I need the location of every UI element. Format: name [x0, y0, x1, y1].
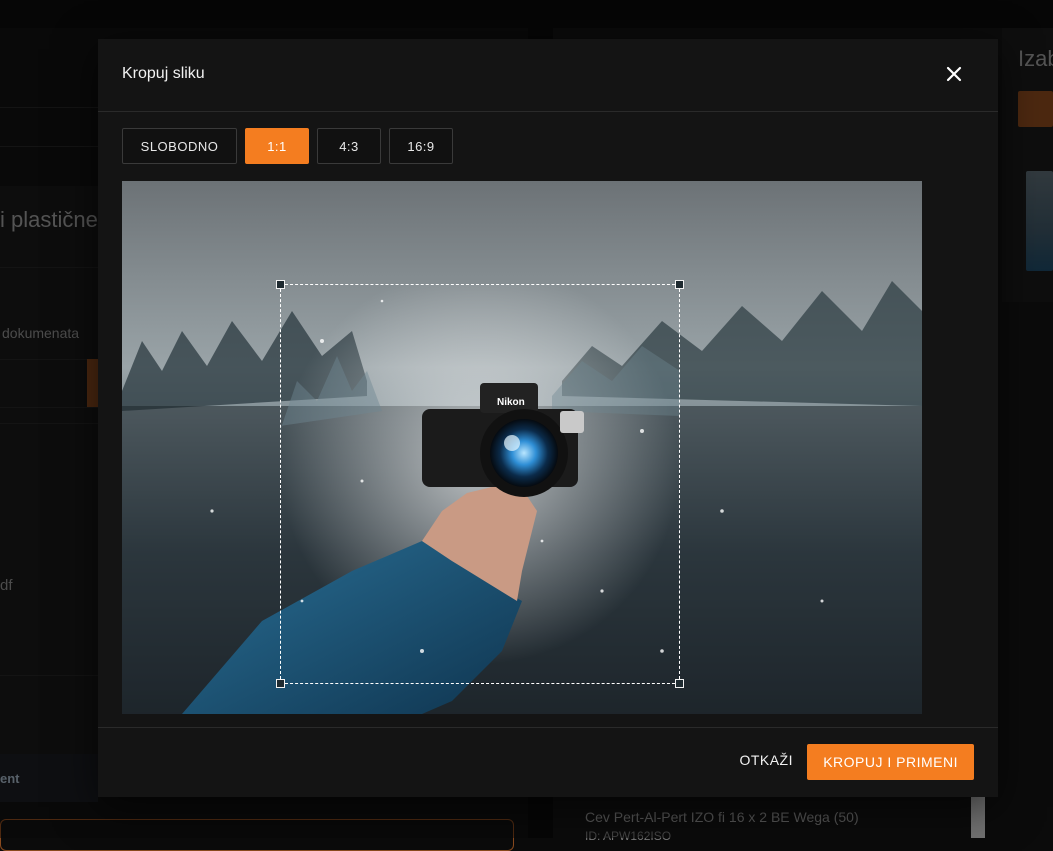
- aspect-free-button[interactable]: SLOBODNO: [122, 128, 237, 164]
- crop-modal: Kropuj sliku SLOBODNO 1:1 4:3 16:9 Nikon…: [98, 39, 998, 797]
- aspect-4-3-button[interactable]: 4:3: [317, 128, 381, 164]
- aspect-ratio-bar: SLOBODNO 1:1 4:3 16:9: [122, 128, 453, 164]
- modal-footer: OTKAŽI KROPUJ I PRIMENI: [98, 727, 998, 797]
- crop-handle-bottom-left[interactable]: [276, 679, 285, 688]
- crop-handle-bottom-right[interactable]: [675, 679, 684, 688]
- modal-header: Kropuj sliku: [98, 39, 998, 112]
- crop-handle-top-left[interactable]: [276, 280, 285, 289]
- cancel-button[interactable]: OTKAŽI: [739, 752, 793, 768]
- aspect-1-1-button[interactable]: 1:1: [245, 128, 309, 164]
- crop-apply-button[interactable]: KROPUJ I PRIMENI: [807, 744, 974, 780]
- close-icon: [946, 66, 962, 82]
- crop-canvas[interactable]: Nikon: [122, 181, 922, 714]
- crop-selection[interactable]: [276, 280, 684, 688]
- aspect-16-9-button[interactable]: 16:9: [389, 128, 453, 164]
- close-button[interactable]: [944, 64, 964, 84]
- crop-handle-top-right[interactable]: [675, 280, 684, 289]
- modal-title: Kropuj sliku: [122, 65, 205, 82]
